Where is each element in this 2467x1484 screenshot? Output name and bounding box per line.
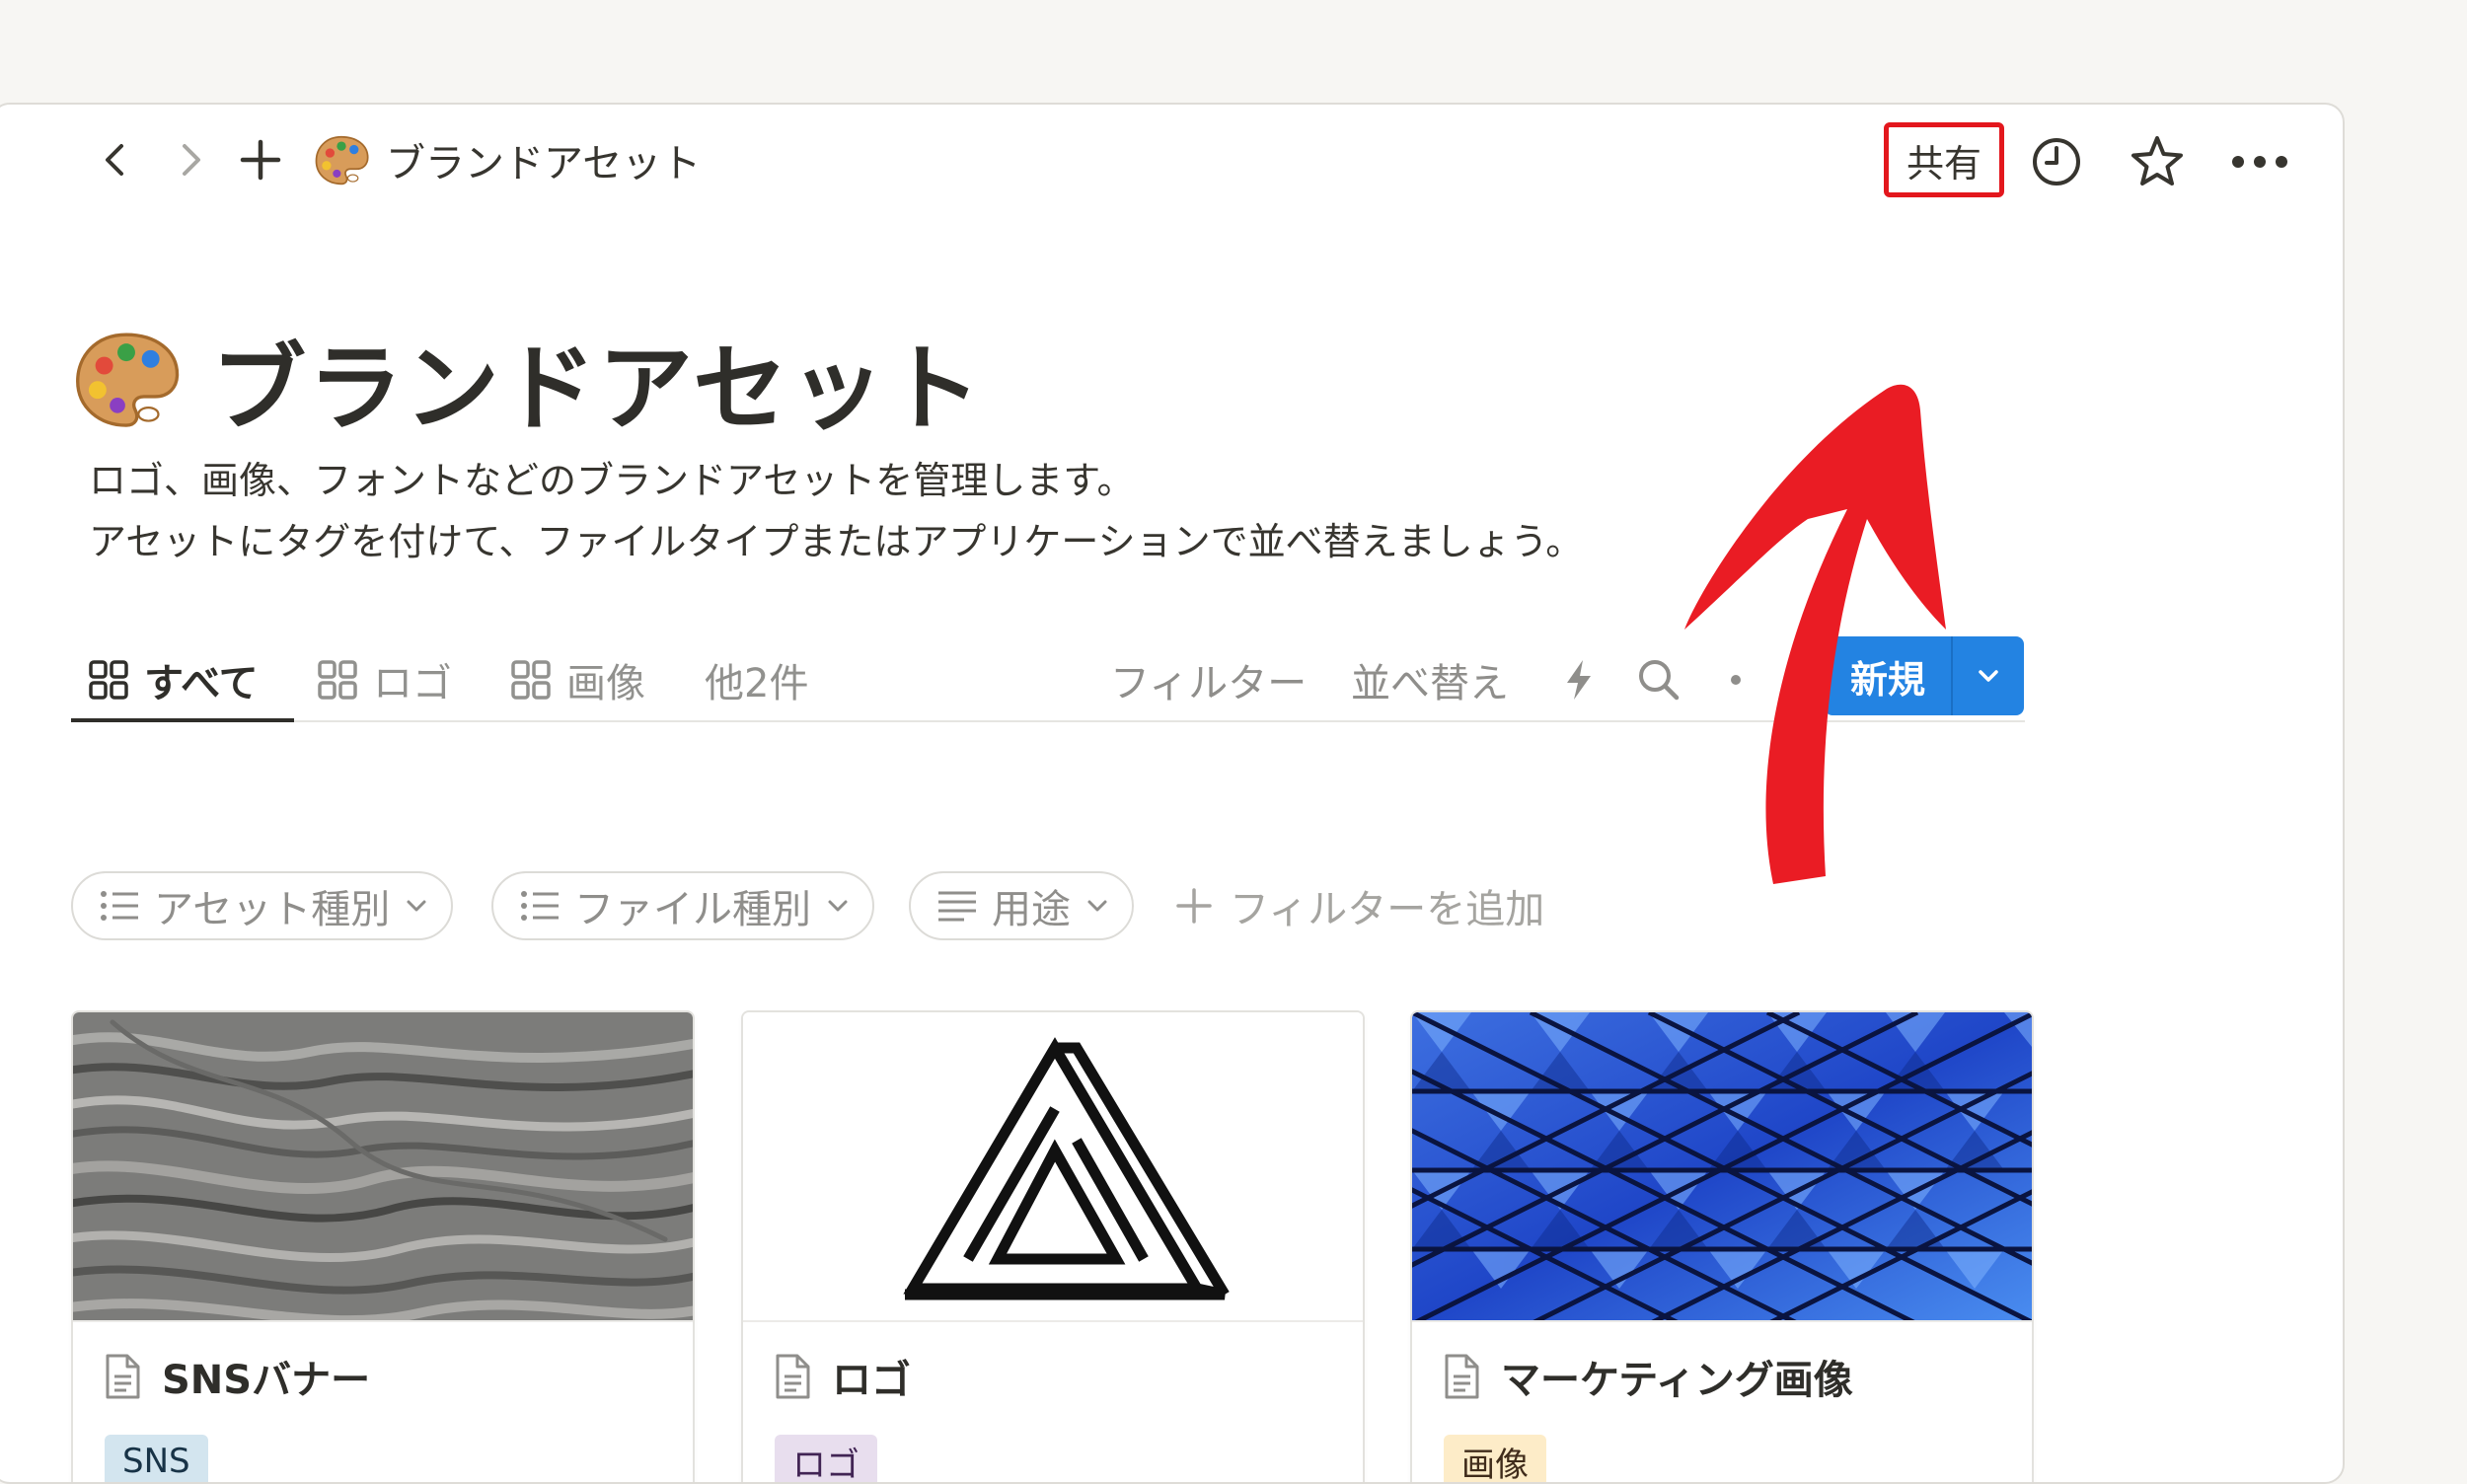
tab-label: すべて [144, 661, 259, 706]
page-title[interactable]: ブランドアセット [211, 312, 983, 449]
description-line-2: アセットにタグを付けて、ファイルタイプまたはアプリケーションで並べ替えましょう。 [89, 520, 1584, 563]
description-line-1: ロゴ、画像、フォントなどのブランドアセットを管理します。 [89, 459, 1135, 502]
palette-emoji-icon [315, 135, 369, 186]
new-page-button[interactable] [231, 130, 290, 189]
text-icon [938, 891, 976, 922]
star-icon [2131, 136, 2183, 186]
clock-icon [2033, 138, 2080, 186]
sort-label: 並べ替え [1351, 661, 1509, 706]
page-description[interactable]: ロゴ、画像、フォントなどのブランドアセットを管理します。 アセットにタグを付けて… [89, 450, 1583, 572]
card-cover-logo [743, 1012, 1363, 1322]
tab-images[interactable]: 画像 [509, 637, 645, 722]
sort-button[interactable]: 並べ替え [1351, 637, 1509, 722]
share-button[interactable]: 共有 [1884, 122, 2004, 197]
card-title: SNSバナー [103, 1348, 370, 1405]
tab-all[interactable]: すべて [87, 637, 259, 722]
more-options-button[interactable] [2228, 130, 2291, 193]
page-icon [1445, 1354, 1479, 1399]
lightning-icon [1567, 660, 1591, 700]
chevron-down-icon [828, 900, 848, 912]
chevron-right-icon [183, 144, 200, 176]
notion-window: ブランドアセット 共有 ブランドアセット ロゴ、画像、フォントなどのブランドアセ… [0, 103, 2345, 1484]
chip-label: ファイル種別 [574, 887, 811, 932]
card-tag: SNS [105, 1435, 208, 1482]
page-icon [106, 1354, 140, 1399]
card-tag: 画像 [1444, 1435, 1546, 1482]
gallery-icon [89, 660, 128, 700]
filter-chip-asset-type[interactable]: アセット種別 [71, 871, 454, 940]
filter-button[interactable]: フィルター [1110, 637, 1307, 722]
card-title-text: SNSバナー [162, 1358, 371, 1403]
card-title: マーケティング画像 [1442, 1348, 1853, 1405]
chevron-down-icon [407, 900, 426, 912]
top-bar: ブランドアセット 共有 [0, 105, 2343, 213]
list-icon [101, 891, 138, 921]
automation-button[interactable] [1559, 637, 1599, 722]
favorite-button[interactable] [2126, 130, 2189, 193]
page-icon [776, 1354, 810, 1399]
chevron-down-icon [1979, 670, 1998, 682]
chip-label: 用途 [992, 887, 1071, 932]
tab-label: 画像 [566, 661, 645, 706]
breadcrumb[interactable]: ブランドアセット [313, 132, 701, 187]
gallery-card[interactable]: SNSバナー SNS [71, 1010, 695, 1482]
add-filter-button[interactable]: フィルターを追加 [1174, 871, 1544, 940]
breadcrumb-title: ブランドアセット [386, 141, 702, 186]
card-cover-marble [73, 1012, 693, 1322]
palette-emoji-icon[interactable] [71, 324, 182, 434]
card-tag: ロゴ [775, 1435, 877, 1482]
gallery-icon [511, 660, 551, 700]
active-tab-underline [71, 718, 294, 722]
annotation-arrow-icon [1684, 384, 1946, 884]
filter-chip-file-type[interactable]: ファイル種別 [491, 871, 874, 940]
card-title-text: マーケティング画像 [1501, 1358, 1853, 1403]
more-icon [2232, 156, 2287, 168]
filter-chip-usage[interactable]: 用途 [909, 871, 1134, 940]
tab-label: ロゴ [373, 661, 452, 706]
gallery-card[interactable]: ロゴ ロゴ [741, 1010, 1365, 1482]
share-button-label: 共有 [1906, 141, 1981, 186]
tab-label: 他2件 [705, 661, 809, 706]
card-title: ロゴ [773, 1348, 911, 1405]
penrose-triangle-logo [903, 1037, 1230, 1300]
filter-label: フィルター [1110, 661, 1308, 706]
plus-icon [240, 139, 281, 181]
gallery-icon [318, 660, 357, 700]
gallery-card[interactable]: マーケティング画像 画像 [1410, 1010, 2034, 1482]
list-icon [521, 891, 559, 921]
updates-button[interactable] [2025, 130, 2088, 193]
card-title-text: ロゴ [832, 1358, 911, 1403]
chevron-down-icon [1087, 900, 1107, 912]
plus-icon [1176, 888, 1212, 924]
add-filter-label: フィルターを追加 [1230, 887, 1545, 932]
card-cover-glass-roof [1412, 1012, 2032, 1322]
forward-button[interactable] [160, 130, 219, 189]
chevron-left-icon [106, 144, 123, 176]
tab-more-views[interactable]: 他2件 [705, 637, 808, 722]
chip-label: アセット種別 [154, 887, 391, 932]
back-button[interactable] [87, 130, 146, 189]
tab-logo[interactable]: ロゴ [316, 637, 452, 722]
